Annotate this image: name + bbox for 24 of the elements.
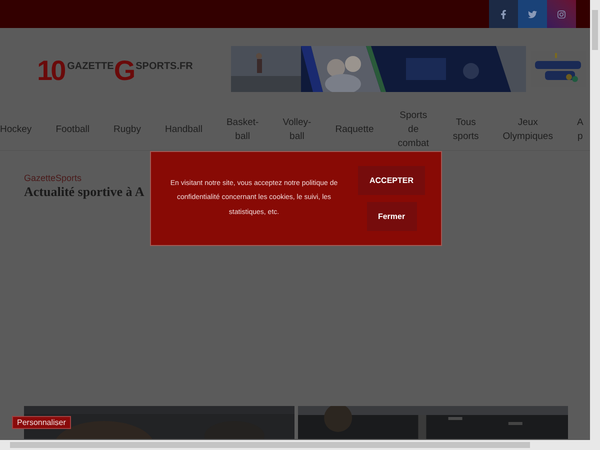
accept-button[interactable]: ACCEPTER <box>358 166 425 195</box>
nav-link[interactable]: Sports de combat <box>398 109 429 151</box>
vertical-scrollbar[interactable] <box>590 0 600 450</box>
social-link[interactable] <box>518 0 547 28</box>
nav-link[interactable]: Tous sports <box>452 116 479 144</box>
section-kicker: GazetteSports <box>24 173 82 184</box>
nav-link[interactable]: Handball <box>164 123 202 137</box>
nav-link[interactable]: Volley- ball <box>282 116 312 144</box>
nav-link[interactable]: Football <box>56 123 90 137</box>
close-button[interactable]: Fermer <box>366 202 416 231</box>
nav-link[interactable]: A p <box>576 116 584 144</box>
nav-link[interactable]: Raquette <box>335 123 374 137</box>
twitter-icon <box>528 10 537 18</box>
nav-link[interactable]: Basket- ball <box>226 116 259 144</box>
section-title: Actualité sportive à A <box>24 184 144 199</box>
customize-button[interactable]: Personnaliser <box>12 416 71 429</box>
nav-link[interactable]: Hockey <box>0 123 32 137</box>
nav-link[interactable]: Rugby <box>114 123 141 137</box>
horizontal-scrollbar[interactable] <box>0 440 590 450</box>
social-link[interactable] <box>489 0 518 28</box>
facebook-icon <box>499 10 508 18</box>
nav-link[interactable]: Jeux Olympiques <box>502 116 553 144</box>
instagram-icon <box>557 10 566 18</box>
social-link[interactable] <box>547 0 576 28</box>
